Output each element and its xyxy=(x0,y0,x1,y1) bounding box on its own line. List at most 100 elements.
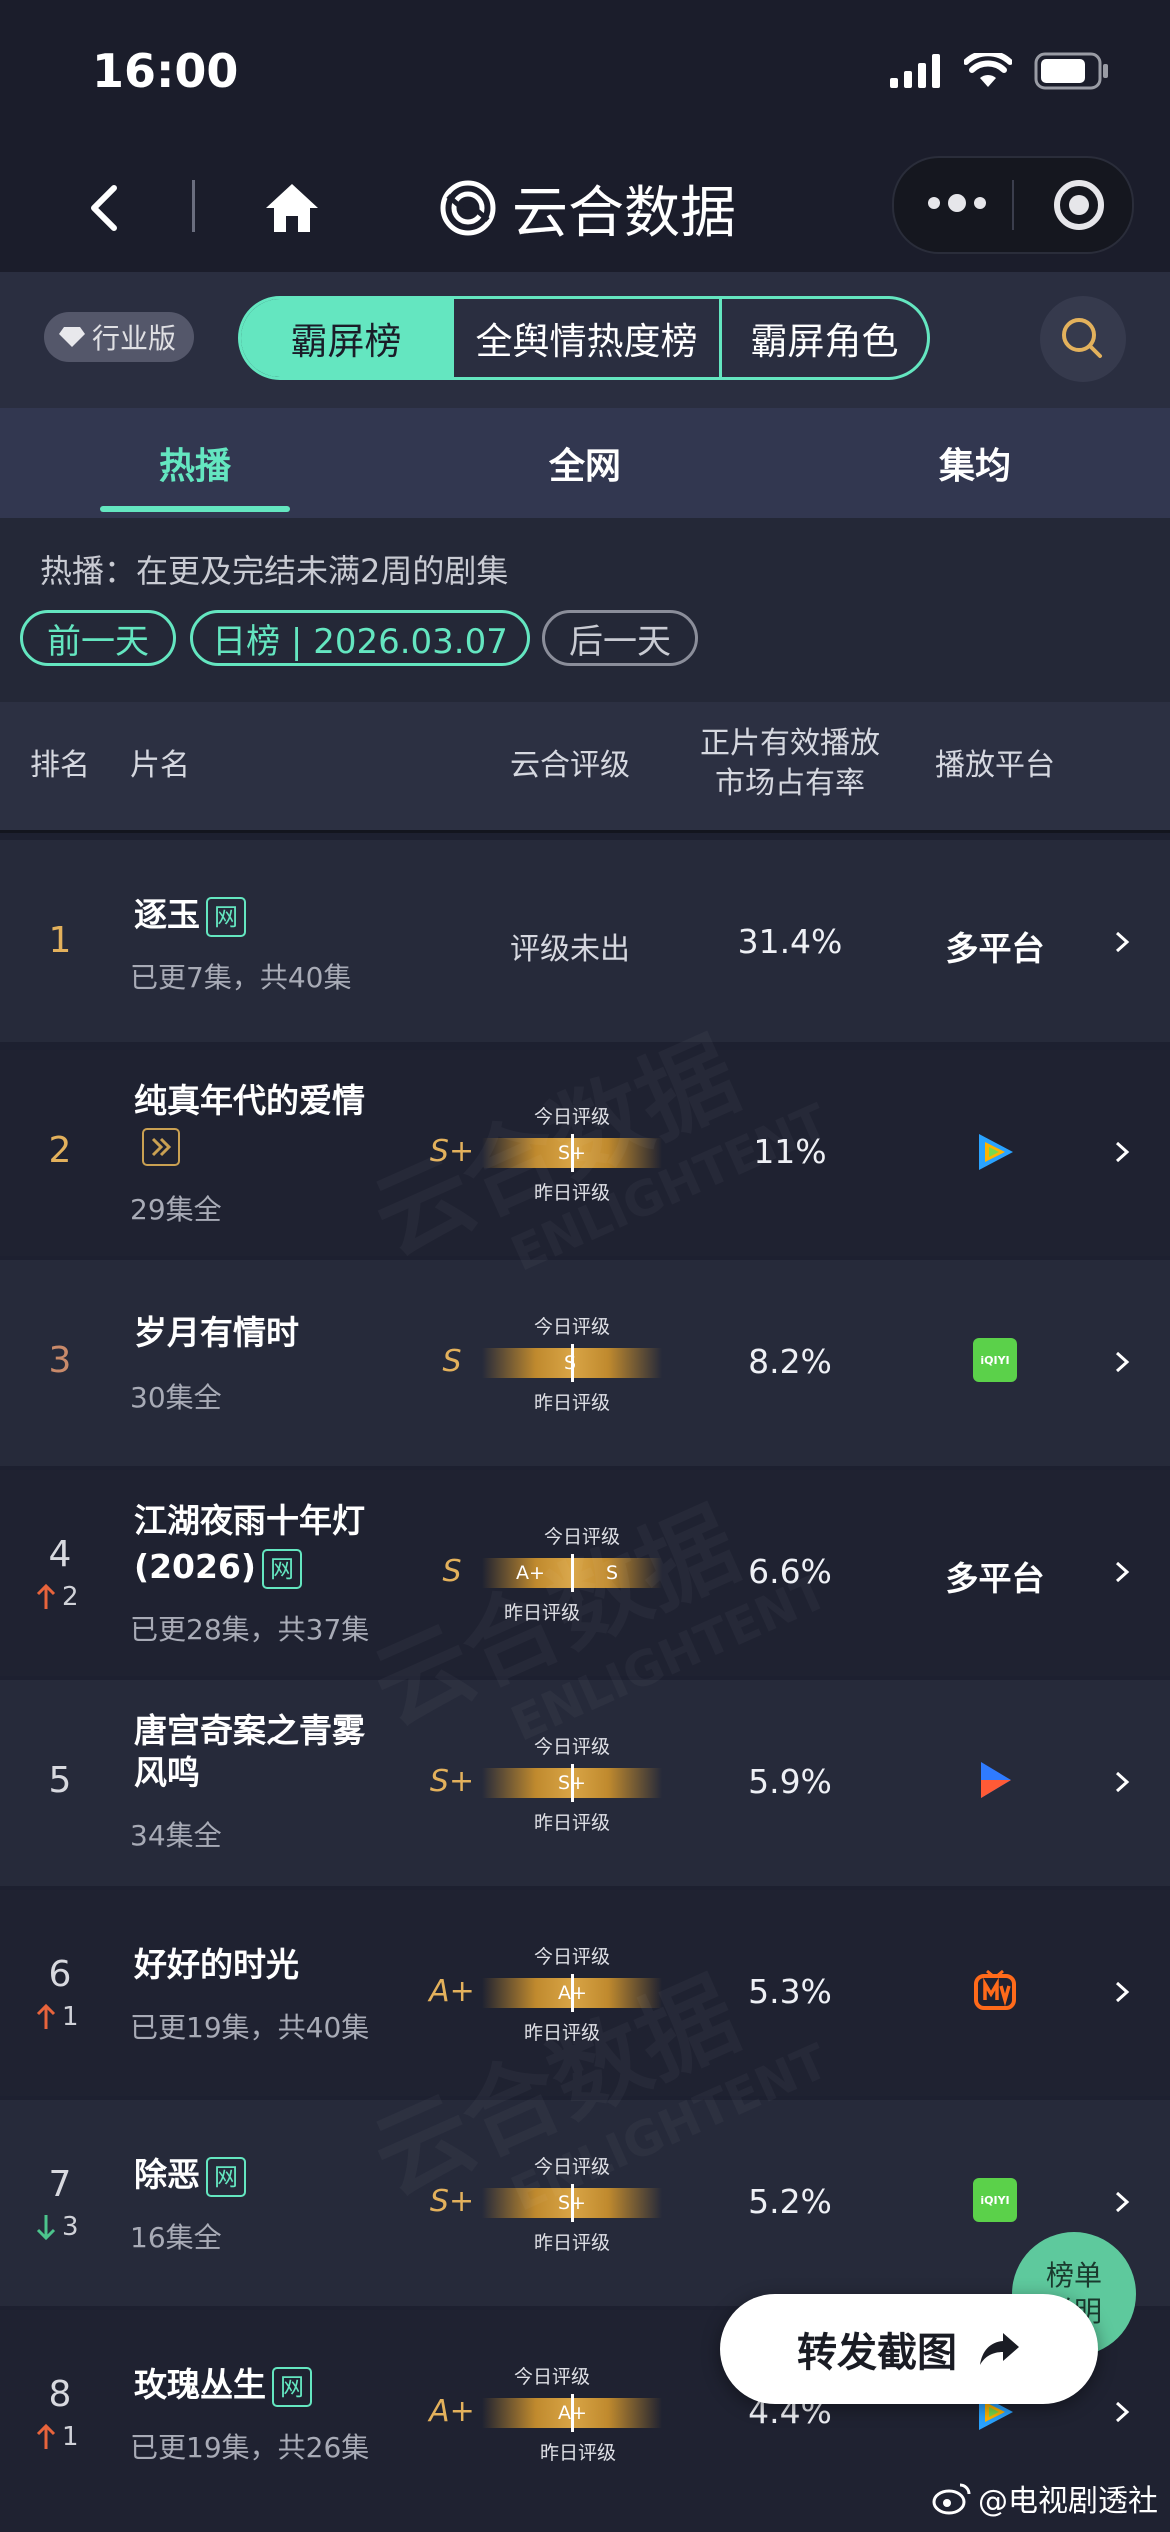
gauge-grade: S+ xyxy=(558,1772,586,1794)
arrow-up-icon xyxy=(36,2003,56,2029)
show-title: 岁月有情时 xyxy=(134,1313,299,1352)
segment-dominant-list[interactable]: 霸屏榜 xyxy=(241,299,451,377)
chevron-right-icon[interactable] xyxy=(1110,1350,1134,1374)
back-arrow-icon[interactable] xyxy=(78,180,134,236)
next-day-button[interactable]: 后一天 xyxy=(542,610,698,666)
show-title-line1: 唐宫奇案之青雾 xyxy=(134,1711,365,1750)
list-description: 热播：在更及完结未满2周的剧集 xyxy=(40,552,509,590)
arrow-down-icon xyxy=(36,2215,56,2241)
rating-not-available: 评级未出 xyxy=(510,932,630,967)
nav-title: 云合数据 xyxy=(438,170,736,246)
prev-day-button[interactable]: 前一天 xyxy=(20,610,176,666)
rank-change: 1 xyxy=(36,2422,116,2452)
chevron-right-icon[interactable] xyxy=(1110,930,1134,954)
diamond-icon xyxy=(59,327,85,347)
ranking-segment-control: 霸屏榜 全舆情热度榜 霸屏角色 xyxy=(238,296,930,380)
tag-vip-play xyxy=(142,1128,180,1166)
tab-episode-average[interactable]: 集均 xyxy=(780,408,1170,518)
chevron-right-icon[interactable] xyxy=(1110,1140,1134,1164)
youku-icon xyxy=(981,1762,1011,1798)
market-share: 31.4% xyxy=(737,922,843,961)
segment-public-opinion-list[interactable]: 全舆情热度榜 xyxy=(451,299,719,377)
table-row[interactable]: 7 3 除恶网 16集全 S+ 今日评级 S+ 昨日评级 5.2% iQIYI xyxy=(0,2100,1170,2306)
gauge-today-label: 今日评级 xyxy=(543,1526,620,1548)
chevron-right-icon[interactable] xyxy=(1110,2190,1134,2214)
weibo-icon xyxy=(932,2483,971,2515)
gauge-yesterday-label: 昨日评级 xyxy=(523,2022,600,2044)
today-grade: S xyxy=(442,1554,462,1589)
tab-hot[interactable]: 热播 xyxy=(0,408,390,518)
table-row[interactable]: 4 2 江湖夜雨十年灯 (2026) 网 已更28集，共37集 S 今日评级 A+… xyxy=(0,1470,1170,1676)
market-share: 5.2% xyxy=(748,2182,832,2221)
tencent-video-icon xyxy=(979,1134,1013,1170)
web-drama-tag: 网 xyxy=(206,2156,246,2197)
gauge-today-label: 今日评级 xyxy=(533,1316,610,1338)
source-credit: @电视剧透社 xyxy=(932,2476,1158,2520)
iqiyi-icon: iQIYI xyxy=(973,2178,1017,2222)
table-row[interactable]: 1 逐玉网 已更7集，共40集 评级未出 31.4% 多平台 xyxy=(0,840,1170,1042)
table-row[interactable]: 6 1 好好的时光 已更19集，共40集 A+ 今日评级 A+ 昨日评级 5.3… xyxy=(0,1890,1170,2096)
rating-gauge: 今日评级 A+ 昨日评级 xyxy=(482,2358,662,2468)
today-grade: S+ xyxy=(429,1764,475,1799)
table-row[interactable]: 3 岁月有情时 30集全 S 今日评级 S 昨日评级 8.2% iQIYI xyxy=(0,1260,1170,1466)
episode-info: 已更19集，共40集 xyxy=(130,2011,370,2044)
gauge-today-label: 今日评级 xyxy=(533,1946,610,1968)
show-title-line2: 风鸣 xyxy=(134,1753,200,1792)
today-grade: A+ xyxy=(429,2394,475,2429)
show-title: 好好的时光 xyxy=(134,1945,299,1984)
status-bar: 16:00 xyxy=(0,0,1170,150)
today-grade: S+ xyxy=(429,2184,475,2219)
episode-info: 已更28集，共37集 xyxy=(130,1613,370,1646)
show-title: 逐玉网 xyxy=(134,892,246,938)
edition-badge[interactable]: 行业版 xyxy=(44,312,195,362)
rating-gauge: 今日评级 S+ 昨日评级 xyxy=(482,2148,662,2258)
market-share: 5.3% xyxy=(748,1972,832,2011)
market-share: 11% xyxy=(753,1132,827,1171)
gauge-today-label: 今日评级 xyxy=(513,2366,590,2388)
mango-tv-icon xyxy=(974,1969,1016,2010)
share-screenshot-label: 转发截图 xyxy=(797,2330,957,2376)
chevron-right-icon[interactable] xyxy=(1110,1770,1134,1794)
close-target-icon[interactable] xyxy=(1054,180,1104,230)
table-header: 排名 片名 云合评级 正片有效播放 市场占有率 播放平台 xyxy=(0,702,1170,833)
table-row[interactable]: 2 纯真年代的爱情 29集全 S+ 今日评级 S+ 昨日评级 11% xyxy=(0,1050,1170,1256)
date-picker[interactable]: 日榜 | 2026.03.07 xyxy=(190,610,530,666)
gauge-grade-today: S xyxy=(606,1562,619,1584)
today-grade: S xyxy=(442,1344,462,1379)
chevron-right-icon[interactable] xyxy=(1110,2400,1134,2424)
gauge-grade: S+ xyxy=(558,2192,586,2214)
episode-info: 16集全 xyxy=(130,2221,222,2254)
legend-line1: 榜单 xyxy=(1045,2259,1102,2292)
arrow-up-icon xyxy=(36,1583,56,1609)
chevron-right-icon[interactable] xyxy=(1110,1560,1134,1584)
more-dots-icon[interactable] xyxy=(928,194,986,212)
rank-number: 8 xyxy=(48,2374,72,2415)
rank-change: 2 xyxy=(36,1582,116,1612)
search-icon xyxy=(1062,318,1102,358)
table-row[interactable]: 5 唐宫奇案之青雾 风鸣 34集全 S+ 今日评级 S+ 昨日评级 5.9% xyxy=(0,1680,1170,1886)
tab-active-indicator xyxy=(100,506,290,512)
iqiyi-icon: iQIYI xyxy=(973,1338,1017,1382)
search-button[interactable] xyxy=(1040,296,1126,382)
nav-divider xyxy=(192,180,195,232)
today-grade: S+ xyxy=(429,1134,475,1169)
status-icons xyxy=(890,52,1110,90)
gauge-today-label: 今日评级 xyxy=(533,2156,610,2178)
platform-multi: 多平台 xyxy=(945,929,1045,968)
show-title: 纯真年代的爱情 xyxy=(134,1081,365,1120)
segment-dominant-roles[interactable]: 霸屏角色 xyxy=(719,299,927,377)
web-drama-tag: 网 xyxy=(272,2366,312,2407)
market-share: 8.2% xyxy=(748,1342,832,1381)
chevron-right-icon[interactable] xyxy=(1110,1980,1134,2004)
episode-info: 已更19集，共26集 xyxy=(130,2431,370,2464)
today-grade: A+ xyxy=(429,1974,475,2009)
tab-all-web[interactable]: 全网 xyxy=(390,408,780,518)
episode-info: 34集全 xyxy=(130,1819,222,1852)
home-icon[interactable] xyxy=(262,178,322,238)
show-title: 玫瑰丛生网 xyxy=(134,2362,312,2408)
share-screenshot-button[interactable]: 转发截图 xyxy=(720,2294,1098,2404)
web-drama-tag: 网 xyxy=(262,1548,303,1589)
info-area: 热播：在更及完结未满2周的剧集 前一天 日榜 | 2026.03.07 后一天 xyxy=(0,518,1170,702)
rank-number: 3 xyxy=(48,1340,72,1381)
show-title-line2: (2026) 网 xyxy=(134,1544,303,1590)
